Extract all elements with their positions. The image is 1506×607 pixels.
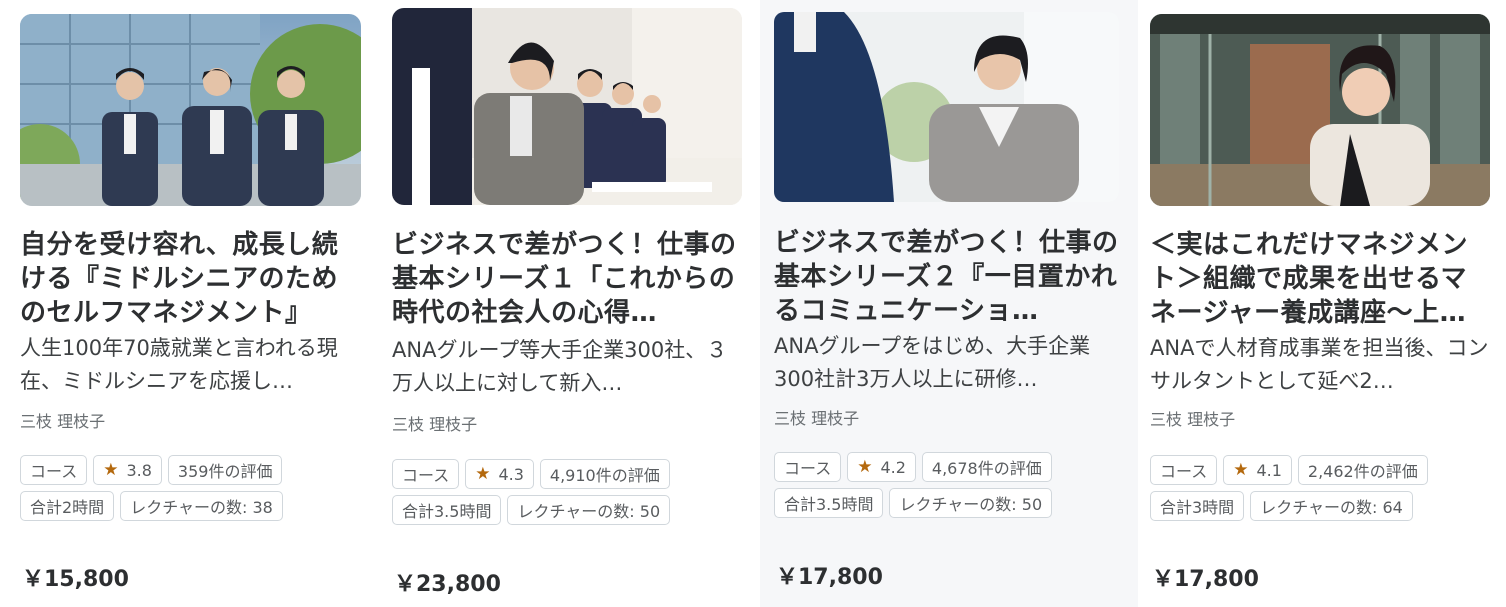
course-type-badge: コース	[1150, 455, 1218, 485]
course-title[interactable]: ビジネスで差がつく！仕事の基本シリーズ１「これからの時代の社会人の心得…	[392, 228, 742, 330]
star-icon: ★	[103, 460, 119, 480]
course-title[interactable]: 自分を受け容れ、成長し続ける『ミドルシニアのためのセルフマネジメント』	[20, 228, 360, 330]
lectures-badge: レクチャーの数: 50	[889, 488, 1053, 518]
hours-badge: 合計3時間	[1150, 491, 1245, 521]
course-price: ￥17,800	[776, 565, 883, 590]
hours-badge: 合計3.5時間	[392, 495, 502, 525]
course-thumbnail[interactable]	[1150, 14, 1490, 206]
course-card-1[interactable]: 自分を受け容れ、成長し続ける『ミドルシニアのためのセルフマネジメント』 人生10…	[0, 0, 380, 607]
reviews-badge: 4,678件の評価	[921, 452, 1052, 482]
course-badges: コース ★ 4.2 4,678件の評価 合計3.5時間 レクチャーの数: 50	[774, 452, 1114, 518]
course-card-4[interactable]: ＜実はこれだけマネジメント＞組織で成果を出せるマネージャー養成講座〜上… ANA…	[1138, 0, 1506, 607]
rating-badge: ★ 3.8	[93, 455, 162, 485]
course-price: ￥23,800	[394, 572, 501, 597]
course-type-badge: コース	[774, 452, 842, 482]
course-badges: コース ★ 4.3 4,910件の評価 合計3.5時間 レクチャーの数: 50	[392, 459, 732, 525]
course-price: ￥17,800	[1152, 567, 1259, 592]
rating-badge: ★ 4.3	[465, 459, 534, 489]
lectures-badge: レクチャーの数: 50	[507, 495, 671, 525]
rating-value: 4.1	[1256, 460, 1282, 480]
course-description: ANAで人材育成事業を担当後、コンサルタントとして延べ2…	[1150, 336, 1489, 393]
course-type-badge: コース	[20, 455, 88, 485]
reviews-badge: 4,910件の評価	[539, 459, 670, 489]
instructor-name: 三枝 理枝子	[774, 409, 860, 428]
rating-badge: ★ 4.2	[847, 452, 916, 482]
rating-value: 4.2	[880, 457, 906, 477]
reviews-badge: 2,462件の評価	[1297, 455, 1428, 485]
course-thumbnail[interactable]	[392, 8, 742, 205]
star-icon: ★	[857, 457, 873, 477]
course-thumbnail[interactable]	[774, 12, 1119, 202]
course-card-2[interactable]: ビジネスで差がつく！仕事の基本シリーズ１「これからの時代の社会人の心得… ANA…	[380, 0, 760, 607]
instructor-name: 三枝 理枝子	[392, 415, 478, 434]
course-description: ANAグループをはじめ、大手企業300社計3万人以上に研修…	[774, 334, 1091, 391]
star-icon: ★	[475, 464, 491, 484]
course-description: ANAグループ等大手企業300社、３万人以上に対して新入…	[392, 338, 728, 395]
hours-badge: 合計3.5時間	[774, 488, 884, 518]
course-thumbnail[interactable]	[20, 14, 361, 206]
course-type-badge: コース	[392, 459, 460, 489]
reviews-badge: 359件の評価	[167, 455, 283, 485]
instructor-name: 三枝 理枝子	[1150, 410, 1236, 429]
course-price: ￥15,800	[22, 567, 129, 592]
course-title[interactable]: ＜実はこれだけマネジメント＞組織で成果を出せるマネージャー養成講座〜上…	[1150, 228, 1490, 330]
lectures-badge: レクチャーの数: 38	[120, 491, 283, 521]
course-description: 人生100年70歳就業と言われる現在、ミドルシニアを応援し…	[20, 336, 338, 393]
instructor-name: 三枝 理枝子	[20, 412, 106, 431]
course-card-3[interactable]: ビジネスで差がつく！仕事の基本シリーズ２『一目置かれるコミュニケーショ… ANA…	[760, 0, 1138, 607]
hours-badge: 合計2時間	[20, 491, 115, 521]
lectures-badge: レクチャーの数: 64	[1250, 491, 1413, 521]
star-icon: ★	[1233, 460, 1249, 480]
rating-value: 4.3	[498, 464, 524, 484]
rating-value: 3.8	[126, 460, 152, 480]
course-title[interactable]: ビジネスで差がつく！仕事の基本シリーズ２『一目置かれるコミュニケーショ…	[774, 226, 1119, 328]
course-badges: コース ★ 3.8 359件の評価 合計2時間 レクチャーの数: 38	[20, 455, 350, 521]
rating-badge: ★ 4.1	[1223, 455, 1292, 485]
course-badges: コース ★ 4.1 2,462件の評価 合計3時間 レクチャーの数: 64	[1150, 455, 1480, 521]
